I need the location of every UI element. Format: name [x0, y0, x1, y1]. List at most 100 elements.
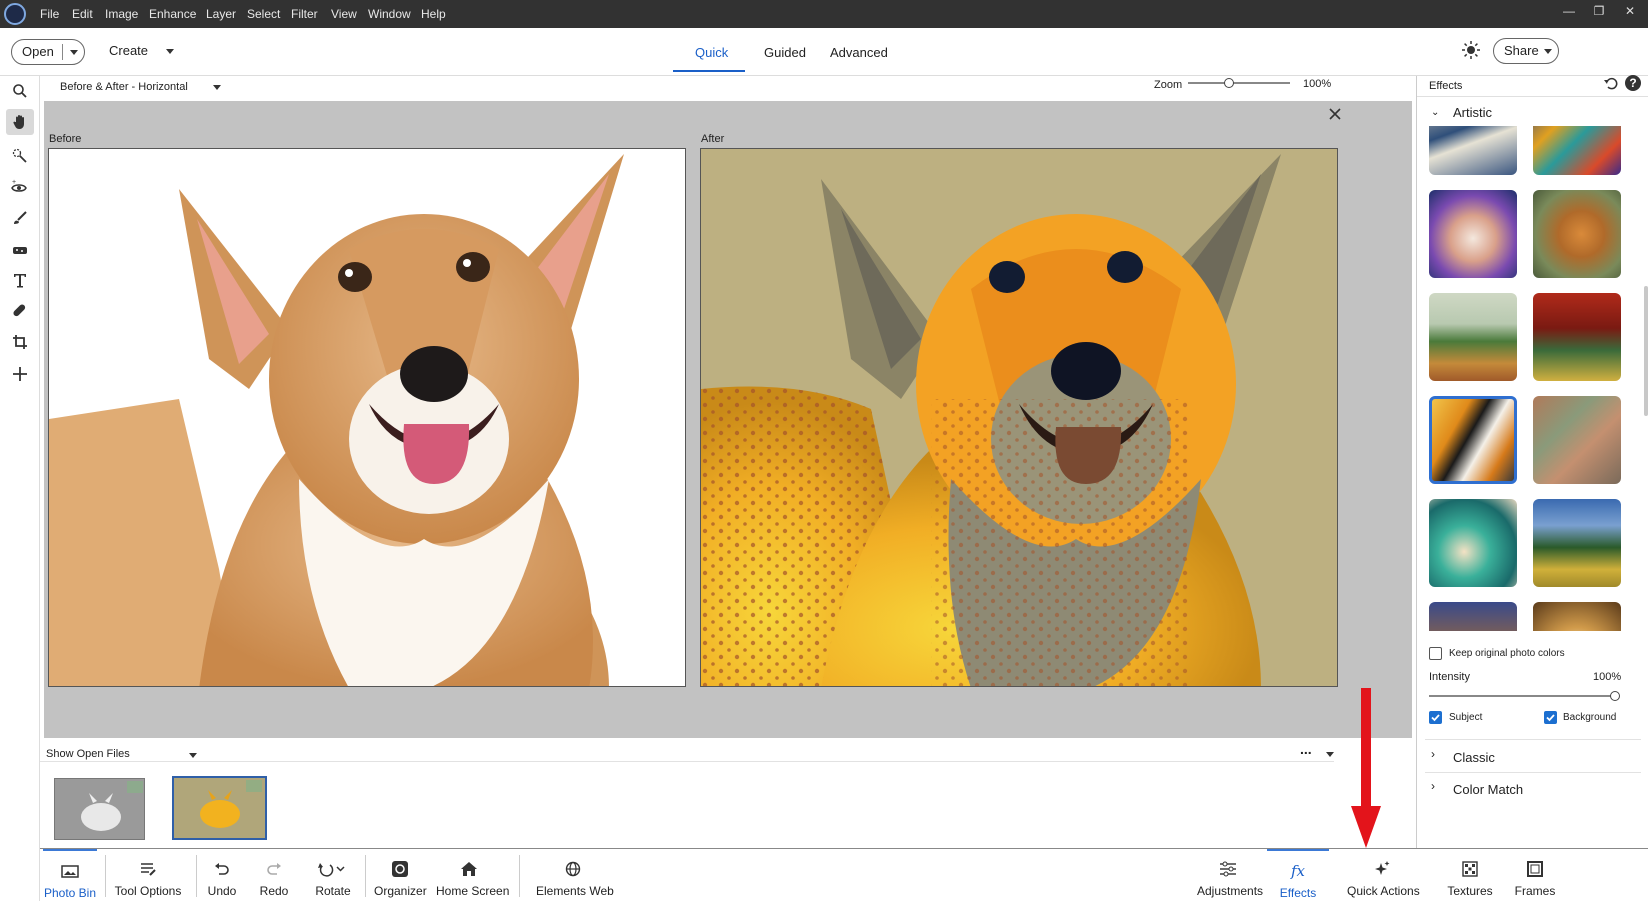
bin-thumbnail-original[interactable]: [54, 778, 145, 840]
intensity-slider-handle[interactable]: [1610, 691, 1620, 701]
effect-thumb-selected-abstract[interactable]: [1429, 396, 1517, 484]
sparkle-icon: [1371, 859, 1393, 879]
menu-image[interactable]: Image: [105, 7, 138, 21]
chevron-down-icon[interactable]: ⌄: [1431, 107, 1439, 118]
classic-category-header[interactable]: Classic: [1453, 750, 1495, 765]
menu-enhance[interactable]: Enhance: [149, 7, 196, 21]
quick-selection-tool[interactable]: [6, 143, 34, 169]
artistic-category-header[interactable]: Artistic: [1453, 105, 1492, 120]
close-icon[interactable]: [1328, 107, 1342, 121]
rotate-button[interactable]: Rotate: [307, 849, 359, 902]
hand-icon: [13, 115, 24, 129]
fx-icon: fx: [1290, 862, 1305, 880]
tool-options-button[interactable]: Tool Options: [113, 849, 183, 902]
color-match-category-header[interactable]: Color Match: [1453, 782, 1523, 797]
effect-thumb-pop-dog[interactable]: [1429, 190, 1517, 278]
tab-advanced[interactable]: Advanced: [830, 45, 888, 60]
adjustments-icon: [1217, 859, 1239, 879]
help-icon[interactable]: ?: [1625, 75, 1641, 91]
quick-actions-button[interactable]: Quick Actions: [1347, 849, 1420, 902]
effect-thumb-self-portrait[interactable]: [1533, 190, 1621, 278]
subject-label: Subject: [1449, 712, 1483, 723]
effect-thumb-painting-a[interactable]: [1429, 602, 1517, 631]
effect-thumb-cubist[interactable]: [1533, 396, 1621, 484]
organizer-button[interactable]: Organizer: [374, 849, 427, 902]
healing-tool[interactable]: [6, 298, 34, 324]
restore-icon[interactable]: ❐: [1585, 4, 1613, 24]
menu-filter[interactable]: Filter: [291, 7, 318, 21]
redo-button[interactable]: Redo: [252, 849, 296, 902]
effect-thumb-wheat-field[interactable]: [1533, 499, 1621, 587]
home-screen-button[interactable]: Home Screen: [436, 849, 510, 902]
brightness-icon[interactable]: [1461, 40, 1481, 60]
elements-web-button[interactable]: Elements Web: [536, 849, 614, 902]
effects-scrollbar[interactable]: [1644, 286, 1648, 416]
create-button[interactable]: Create: [109, 43, 174, 58]
home-screen-label: Home Screen: [436, 884, 510, 898]
chevron-right-icon[interactable]: ›: [1431, 747, 1435, 761]
view-mode-dropdown[interactable]: Before & After - Horizontal: [60, 78, 221, 96]
crop-tool[interactable]: [6, 329, 34, 355]
chevron-down-icon[interactable]: [70, 50, 78, 55]
effects-button[interactable]: fx Effects: [1267, 849, 1329, 902]
effect-thumb-night-cafe[interactable]: [1533, 293, 1621, 381]
reset-icon[interactable]: [1603, 77, 1619, 91]
effect-thumb-abstract-colors[interactable]: [1533, 126, 1621, 175]
panel-divider: [1417, 96, 1648, 97]
adjustments-button[interactable]: Adjustments: [1197, 849, 1263, 902]
before-photo[interactable]: [48, 148, 686, 687]
eye-icon: +: [11, 179, 27, 192]
hand-tool[interactable]: [6, 109, 34, 135]
menu-help[interactable]: Help: [421, 7, 446, 21]
effect-thumb-swirl[interactable]: [1429, 499, 1517, 587]
zoom-slider-handle[interactable]: [1223, 78, 1234, 88]
move-tool[interactable]: [6, 361, 34, 387]
zoom-tool[interactable]: [6, 78, 34, 104]
close-window-icon[interactable]: ✕: [1616, 4, 1644, 24]
menu-edit[interactable]: Edit: [72, 7, 93, 21]
tab-guided[interactable]: Guided: [764, 45, 806, 60]
effects-panel: Effects ? ⌄ Artistic Keep original photo…: [1416, 75, 1648, 848]
tab-quick[interactable]: Quick: [695, 45, 728, 60]
move-icon: [13, 367, 27, 381]
menu-view[interactable]: View: [331, 7, 357, 21]
sponge-tool[interactable]: [6, 236, 34, 262]
frames-icon: [1524, 859, 1546, 879]
menu-select[interactable]: Select: [247, 7, 280, 21]
intensity-slider[interactable]: [1429, 691, 1620, 701]
bin-divider: [40, 761, 1334, 762]
menu-layer[interactable]: Layer: [206, 7, 236, 21]
create-label: Create: [109, 43, 149, 58]
frames-button[interactable]: Frames: [1512, 849, 1558, 902]
menu-file[interactable]: File: [40, 7, 59, 21]
subject-checkbox[interactable]: [1429, 711, 1442, 724]
effect-thumb-lights[interactable]: [1533, 602, 1621, 631]
chevron-down-icon[interactable]: [189, 753, 197, 758]
active-tab-indicator: [673, 70, 745, 72]
photo-bin-button[interactable]: Photo Bin: [43, 849, 97, 902]
keep-original-colors-checkbox[interactable]: [1429, 647, 1442, 660]
bin-thumbnail-effect[interactable]: [172, 776, 267, 840]
chevron-right-icon[interactable]: ›: [1431, 779, 1435, 793]
open-button[interactable]: Open: [11, 39, 85, 65]
more-options-icon[interactable]: ...: [1300, 741, 1312, 757]
effect-thumb-great-wave[interactable]: [1429, 126, 1517, 175]
eye-tool[interactable]: +: [6, 174, 34, 200]
menu-window[interactable]: Window: [368, 7, 411, 21]
share-button[interactable]: Share: [1493, 38, 1559, 64]
minimize-icon[interactable]: —: [1555, 4, 1583, 24]
effect-thumb-olive-trees[interactable]: [1429, 293, 1517, 381]
effects-label: Effects: [1279, 886, 1317, 900]
text-tool[interactable]: [6, 267, 34, 293]
textures-button[interactable]: Textures: [1443, 849, 1497, 902]
brush-tool[interactable]: [6, 205, 34, 231]
photo-bin-icon: [59, 861, 81, 881]
background-checkbox[interactable]: [1544, 711, 1557, 724]
after-photo[interactable]: [700, 148, 1338, 687]
collapse-bin-icon[interactable]: [1326, 752, 1334, 757]
undo-label: Undo: [207, 884, 237, 898]
show-open-files-label: Show Open Files: [46, 748, 130, 760]
undo-button[interactable]: Undo: [200, 849, 244, 902]
tools-panel: +: [0, 76, 40, 901]
zoom-slider[interactable]: [1188, 78, 1290, 88]
